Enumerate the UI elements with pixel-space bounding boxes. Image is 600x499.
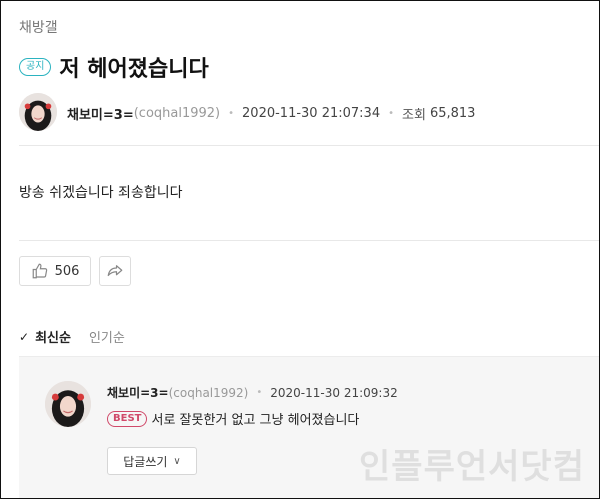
reply-button[interactable]: 답글쓰기 ∨ <box>107 447 197 475</box>
post-title: 저 헤어졌습니다 <box>59 57 209 82</box>
comment-author-name[interactable]: 채보미=3= <box>107 384 169 401</box>
author-name[interactable]: 채보미=3= <box>67 104 134 123</box>
comment-author-avatar[interactable] <box>45 381 91 427</box>
thumbs-up-icon <box>32 263 47 279</box>
divider <box>19 240 599 241</box>
board-name[interactable]: 채방갤 <box>19 17 58 37</box>
avatar-image <box>45 381 91 427</box>
sort-popular[interactable]: 인기순 <box>89 327 125 346</box>
comment-datetime: 2020-11-30 21:09:32 <box>270 385 398 400</box>
best-badge: BEST <box>107 410 148 427</box>
avatar-image <box>19 93 57 131</box>
comment-text: 서로 잘못한거 없고 그냥 헤어졌습니다 <box>151 413 360 428</box>
views-label: 조회 <box>402 108 426 123</box>
author-avatar[interactable] <box>19 93 57 131</box>
sort-latest[interactable]: ✓ 최신순 <box>19 327 71 347</box>
share-button[interactable] <box>99 256 131 286</box>
post-page: 채방갤 공지 저 헤어졌습니다 채보미=3= (coqhal1992) • 20… <box>0 0 600 499</box>
post-title-row: 공지 저 헤어졌습니다 <box>19 51 209 83</box>
check-icon: ✓ <box>19 329 30 344</box>
comment-sort: ✓ 최신순 인기순 <box>19 327 125 347</box>
views-count: 65,813 <box>429 106 476 121</box>
comment-content: BEST 서로 잘못한거 없고 그냥 헤어졌습니다 <box>107 409 359 428</box>
author-id[interactable]: (coqhal1992) <box>134 106 220 121</box>
comment-meta: 채보미=3= (coqhal1992) • 2020-11-30 21:09:3… <box>107 384 398 401</box>
post-body: 방송 쉬겠습니다 죄송합니다 <box>19 185 183 201</box>
post-datetime: 2020-11-30 21:07:34 <box>242 106 381 121</box>
reply-button-label: 답글쓰기 <box>123 454 168 469</box>
like-button[interactable]: 506 <box>19 256 91 286</box>
share-icon <box>107 265 123 277</box>
post-meta: 채보미=3= (coqhal1992) • 2020-11-30 21:07:3… <box>67 104 475 123</box>
watermark: 인플루언서닷컴 <box>359 447 585 487</box>
notice-badge: 공지 <box>19 58 52 76</box>
chevron-down-icon: ∨ <box>173 455 181 467</box>
sort-latest-label: 최신순 <box>35 331 71 346</box>
separator-dot: • <box>388 108 395 119</box>
separator-dot: • <box>228 108 235 119</box>
like-count: 506 <box>54 263 80 279</box>
divider <box>19 145 599 146</box>
comment-author-id[interactable]: (coqhal1992) <box>169 386 249 400</box>
separator-dot: • <box>256 387 263 398</box>
